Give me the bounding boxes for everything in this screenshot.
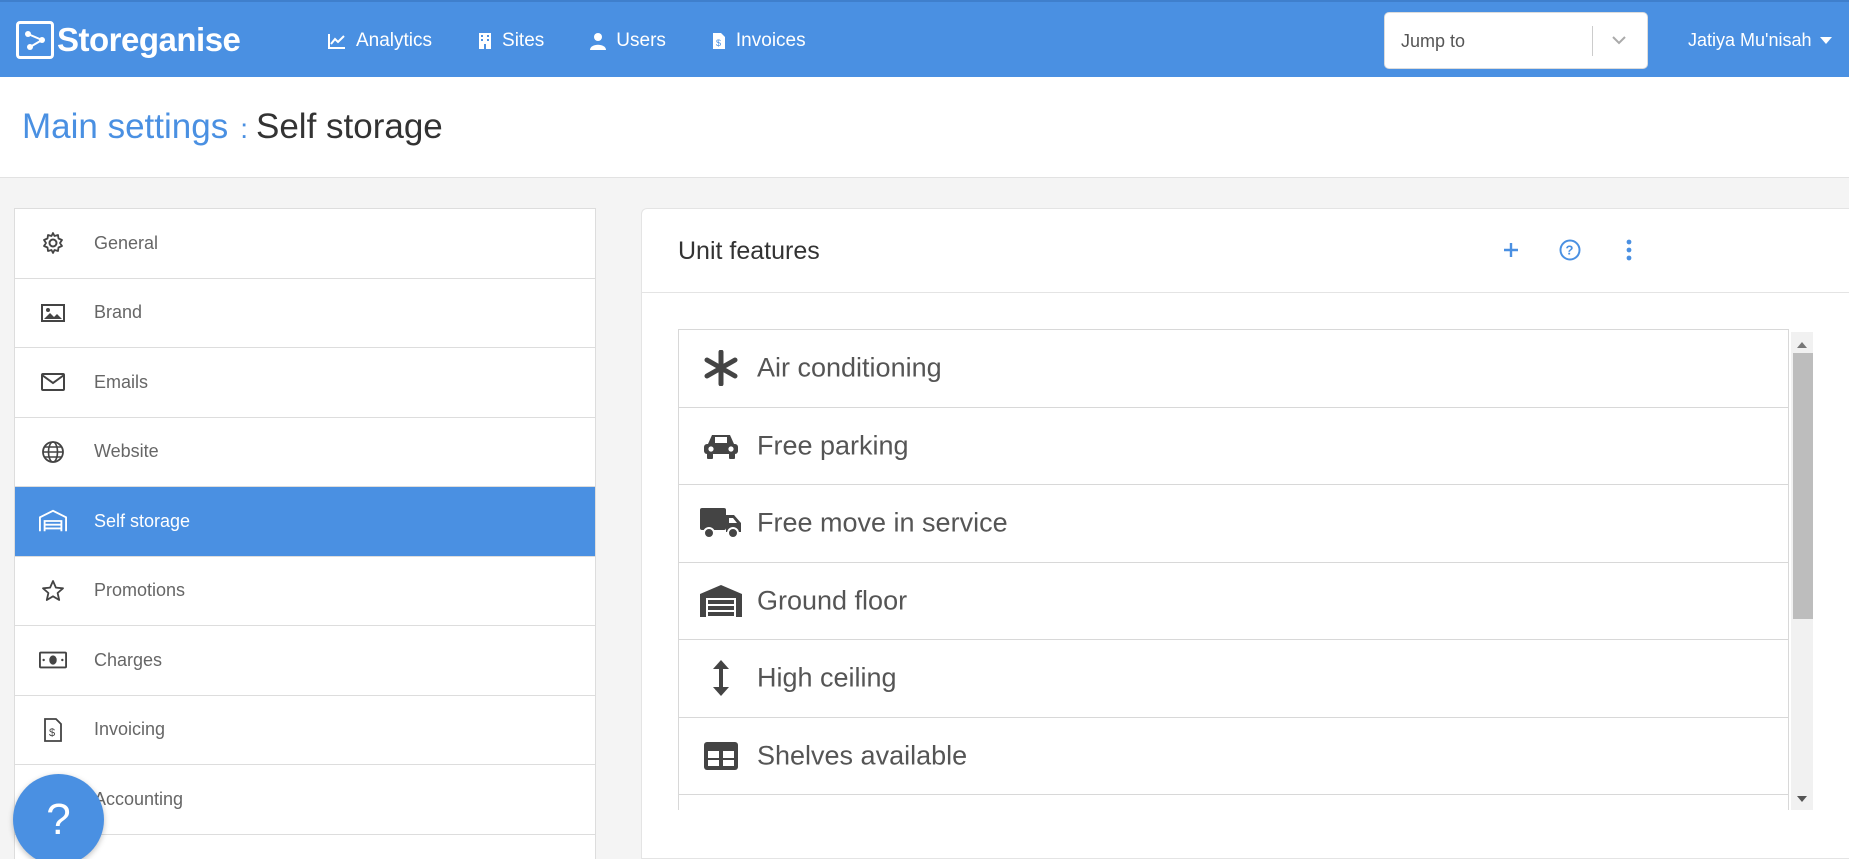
chart-line-icon	[328, 33, 345, 49]
feature-label: Free move in service	[757, 507, 1008, 538]
sidebar-item-label: Brand	[94, 302, 143, 323]
list-item[interactable]: Free move in service	[679, 485, 1788, 563]
svg-text:$: $	[716, 38, 721, 48]
page-title: Self storage	[256, 107, 443, 146]
settings-sidebar: General Brand Emails Website Self storag…	[14, 208, 596, 859]
user-name: Jatiya Mu'nisah	[1688, 30, 1812, 50]
app-logo[interactable]: Storeganise	[16, 20, 241, 60]
scroll-down-arrow-icon[interactable]	[1797, 796, 1807, 802]
nav-item-sites[interactable]: Sites	[478, 30, 544, 52]
sidebar-item-label: Accounting	[94, 788, 184, 809]
list-item[interactable]: Air conditioning	[679, 330, 1788, 408]
sidebar-item-emails[interactable]: Emails	[15, 348, 595, 418]
select-divider	[1592, 26, 1593, 56]
sidebar-item-label: Charges	[94, 649, 163, 670]
table-icon	[699, 734, 743, 778]
arrows-vertical-icon	[699, 656, 743, 700]
top-navbar: Storeganise Analytics Sites Users $ Invo…	[0, 0, 1849, 77]
nav-item-invoices[interactable]: $ Invoices	[712, 30, 806, 52]
sidebar-item-invoicing[interactable]: $ Invoicing	[15, 696, 595, 765]
nav-item-users[interactable]: Users	[590, 30, 666, 52]
feature-list-scrollbar[interactable]	[1791, 332, 1813, 810]
nav-item-analytics[interactable]: Analytics	[328, 30, 432, 52]
warehouse-icon	[699, 579, 743, 623]
logo-icon	[16, 21, 54, 59]
unit-features-card: Unit features ? Air conditioning Free pa…	[641, 208, 1849, 859]
feature-label: Air conditioning	[757, 352, 942, 383]
sidebar-item-label: General	[94, 232, 159, 253]
app-name: Storeganise	[57, 21, 241, 58]
question-icon: ?	[46, 794, 71, 844]
card-header: Unit features ?	[642, 209, 1849, 293]
scrollbar-thumb[interactable]	[1793, 353, 1813, 619]
envelope-icon	[39, 368, 67, 396]
sidebar-item-label: Promotions	[94, 580, 186, 601]
sidebar-item-label: Invoicing	[94, 719, 166, 740]
feature-label: Shelves available	[757, 740, 968, 771]
money-icon	[39, 646, 67, 674]
feature-label: Free parking	[757, 430, 909, 461]
asterisk-icon	[699, 346, 743, 390]
caret-down-icon	[1819, 37, 1832, 44]
invoice-icon: $	[712, 32, 725, 49]
list-item[interactable]: Free parking	[679, 408, 1788, 485]
user-icon	[590, 32, 607, 50]
list-item[interactable]	[679, 795, 1788, 810]
sidebar-item-charges[interactable]: Charges	[15, 626, 595, 696]
feature-label: High ceiling	[757, 662, 897, 693]
truck-icon	[699, 501, 743, 545]
car-icon	[699, 424, 743, 468]
breadcrumb: Main settings : Self storage	[22, 107, 443, 147]
sidebar-item-label: Website	[94, 441, 159, 462]
plus-icon	[1504, 243, 1518, 257]
more-options-button[interactable]	[1614, 235, 1644, 265]
nav-item-label: Sites	[502, 29, 545, 51]
sidebar-item-label: Emails	[94, 371, 149, 392]
feature-list: Air conditioning Free parking Free move …	[678, 329, 1789, 810]
building-icon	[479, 32, 492, 49]
star-icon	[39, 577, 67, 605]
scroll-up-arrow-icon[interactable]	[1797, 342, 1807, 348]
breadcrumb-parent-link[interactable]: Main settings	[22, 107, 228, 147]
jump-to-placeholder: Jump to	[1401, 31, 1466, 51]
sidebar-item-promotions[interactable]: Promotions	[15, 557, 595, 626]
globe-icon	[39, 438, 67, 466]
nav-item-label: Invoices	[735, 29, 806, 51]
sidebar-item-website[interactable]: Website	[15, 418, 595, 487]
question-circle-icon: ?	[1559, 239, 1581, 261]
list-item[interactable]: Ground floor	[679, 563, 1788, 640]
gear-icon	[39, 229, 67, 257]
user-menu[interactable]: Jatiya Mu'nisah	[1688, 2, 1832, 79]
feature-label: Ground floor	[757, 585, 908, 616]
list-item[interactable]: High ceiling	[679, 640, 1788, 718]
svg-text:?: ?	[1566, 243, 1574, 258]
image-icon	[39, 299, 67, 327]
warehouse-icon	[39, 507, 67, 535]
chevron-down-icon[interactable]	[1609, 30, 1629, 50]
svg-text:$: $	[49, 727, 55, 739]
help-button[interactable]: ?	[13, 774, 104, 859]
main-nav: Analytics Sites Users $ Invoices	[328, 2, 852, 79]
sidebar-item-self-storage[interactable]: Self storage	[15, 487, 595, 557]
sidebar-item-brand[interactable]: Brand	[15, 279, 595, 348]
jump-to-select[interactable]: Jump to	[1384, 12, 1648, 69]
nav-item-label: Analytics	[356, 29, 433, 51]
help-info-button[interactable]: ?	[1555, 235, 1585, 265]
nav-item-label: Users	[616, 29, 666, 51]
more-vertical-icon	[1626, 239, 1632, 261]
sidebar-item-general[interactable]: General	[15, 209, 595, 279]
invoice-icon: $	[39, 716, 67, 744]
list-item[interactable]: Shelves available	[679, 718, 1788, 795]
card-title: Unit features	[678, 237, 820, 265]
sidebar-item-label: Self storage	[94, 510, 191, 531]
breadcrumb-separator: :	[240, 113, 248, 144]
page-header: Main settings : Self storage	[0, 77, 1849, 178]
add-feature-button[interactable]	[1496, 235, 1526, 265]
